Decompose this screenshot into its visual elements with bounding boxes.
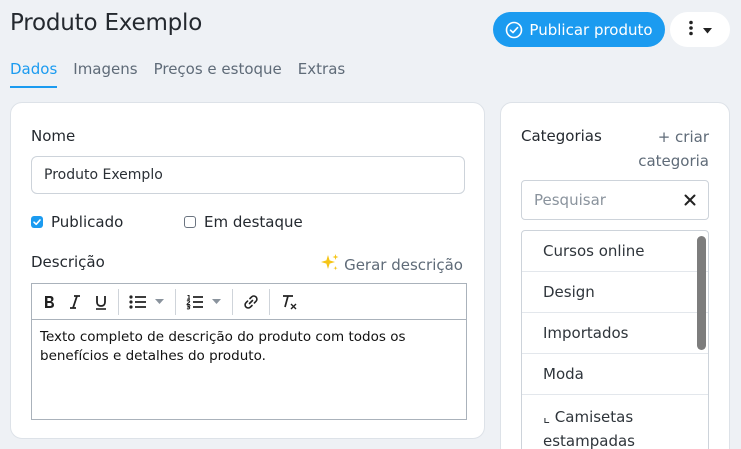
editor-toolbar: [32, 284, 466, 320]
create-category-label-line2: categoria: [638, 152, 709, 170]
numbered-list-icon: [186, 294, 203, 309]
clear-format-icon: [283, 294, 297, 309]
name-input[interactable]: [31, 156, 465, 194]
page-title: Produto Exemplo: [10, 10, 203, 36]
bold-button[interactable]: [36, 288, 62, 316]
categories-title: Categorias: [521, 127, 602, 145]
vertical-dots-icon: [688, 20, 693, 39]
toolbar-divider: [118, 288, 119, 315]
tab-imagens[interactable]: Imagens: [73, 60, 137, 88]
italic-icon: [70, 294, 80, 309]
create-category-button[interactable]: + criar categoria: [638, 125, 709, 173]
category-item-label: Cursos online: [543, 242, 645, 260]
category-item-label: Importados: [543, 324, 629, 342]
underline-icon: [96, 295, 106, 310]
featured-checkbox-row[interactable]: Em destaque: [184, 213, 303, 231]
featured-checkbox[interactable]: [184, 216, 196, 228]
category-item-cursos-online[interactable]: Cursos online: [522, 231, 708, 272]
italic-button[interactable]: [62, 288, 88, 316]
toolbar-divider: [232, 288, 233, 315]
product-data-card: Nome Publicado Em destaque Descrição Ger…: [10, 102, 485, 439]
bold-icon: [45, 295, 54, 308]
link-icon: [244, 294, 258, 309]
caret-down-icon: [155, 298, 164, 304]
more-options-button[interactable]: [670, 12, 730, 47]
name-label: Nome: [31, 127, 76, 145]
link-button[interactable]: [237, 288, 265, 316]
create-category-label-line1: + criar: [657, 128, 709, 146]
generate-description-button[interactable]: Gerar descrição: [320, 253, 463, 277]
description-label: Descrição: [31, 253, 105, 271]
tab-precos-estoque[interactable]: Preços e estoque: [154, 60, 282, 88]
published-checkbox-row[interactable]: Publicado: [31, 213, 123, 231]
category-item-label: Design: [543, 283, 595, 301]
publish-product-button[interactable]: Publicar produto: [493, 12, 665, 47]
description-editor: Texto completo de descrição do produto c…: [31, 283, 467, 420]
category-search: [521, 180, 709, 220]
categories-card: Categorias + criar categoria Cursos onli…: [500, 102, 730, 449]
featured-label: Em destaque: [204, 213, 303, 231]
category-list-scrollbar[interactable]: [697, 236, 706, 350]
numbered-list-button[interactable]: [180, 288, 228, 316]
caret-down-icon: [702, 22, 712, 37]
category-item-label: Moda: [543, 365, 584, 383]
close-icon: [684, 194, 696, 206]
underline-button[interactable]: [88, 288, 114, 316]
tab-bar: Dados Imagens Preços e estoque Extras: [10, 60, 345, 88]
clear-formatting-button[interactable]: [274, 288, 304, 316]
publish-product-label: Publicar produto: [529, 20, 653, 39]
category-list: Cursos online Design Importados Moda ⌞ C…: [521, 230, 709, 449]
tab-extras[interactable]: Extras: [298, 60, 345, 88]
clear-search-button[interactable]: [682, 192, 698, 208]
category-item-importados[interactable]: Importados: [522, 313, 708, 354]
sparkles-icon: [320, 253, 340, 277]
bullet-list-icon: [129, 294, 146, 309]
category-item-camisetas-estampadas[interactable]: ⌞ Camisetas estampadas: [522, 395, 708, 449]
toolbar-divider: [269, 288, 270, 315]
published-checkbox[interactable]: [31, 216, 43, 228]
generate-description-label: Gerar descrição: [344, 256, 463, 274]
category-item-design[interactable]: Design: [522, 272, 708, 313]
toolbar-divider: [175, 288, 176, 315]
published-label: Publicado: [51, 213, 124, 231]
tab-dados[interactable]: Dados: [10, 60, 58, 88]
bullet-list-button[interactable]: [123, 288, 171, 316]
caret-down-icon: [212, 298, 221, 304]
category-item-label: ⌞ Camisetas estampadas: [543, 408, 635, 449]
check-circle-icon: [505, 21, 523, 39]
description-text[interactable]: Texto completo de descrição do produto c…: [32, 320, 466, 374]
category-search-input[interactable]: [522, 181, 672, 219]
category-item-moda[interactable]: Moda: [522, 354, 708, 395]
